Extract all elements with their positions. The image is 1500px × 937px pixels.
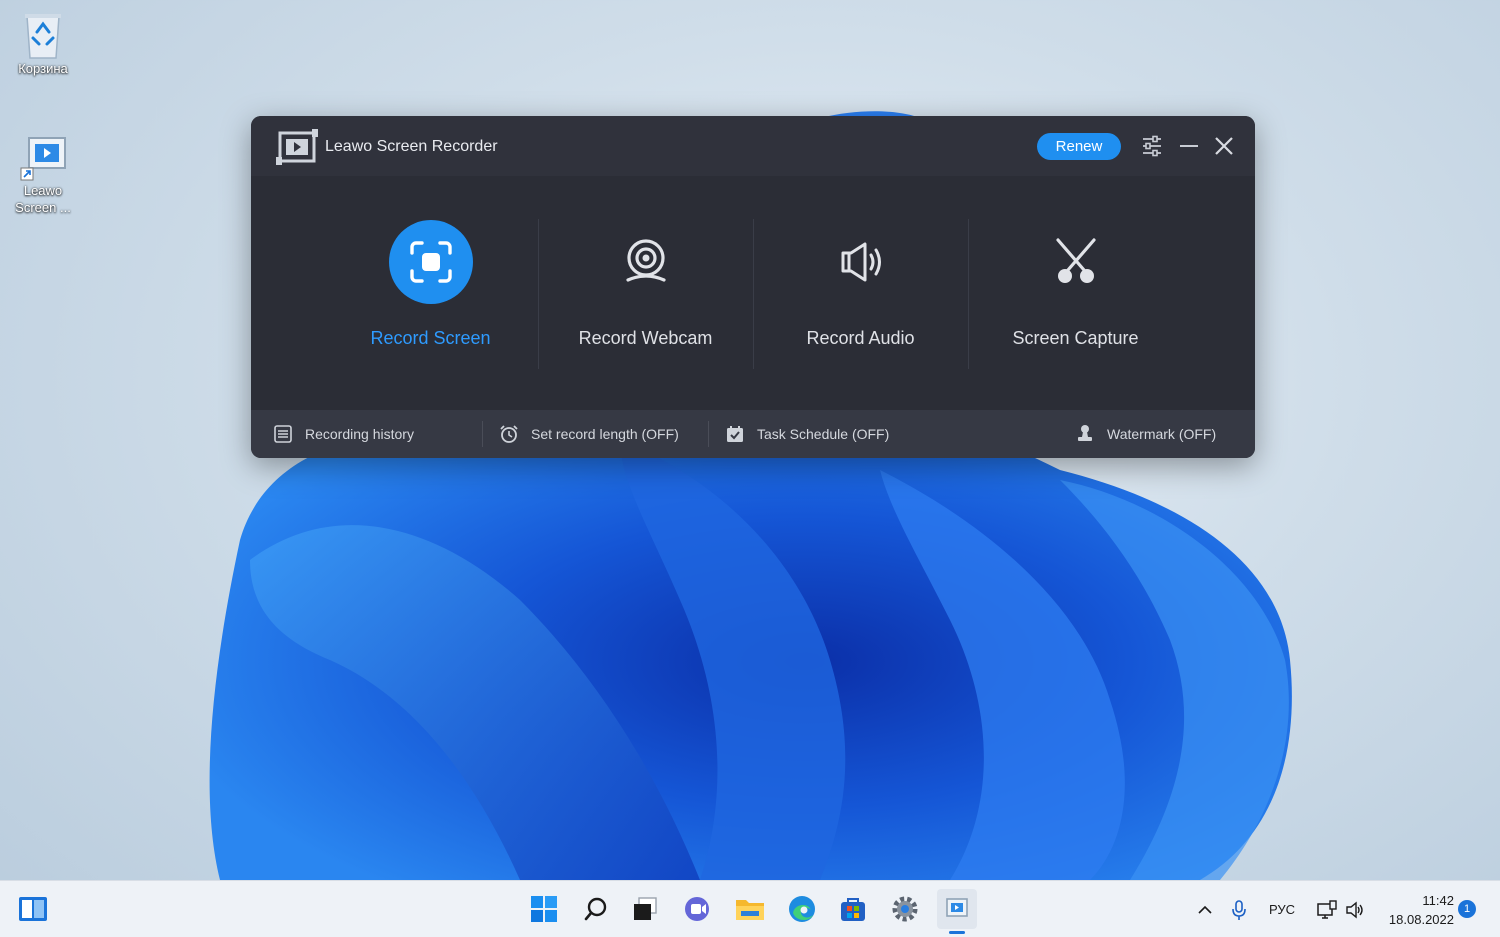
show-hidden-icons-button[interactable]: [1196, 881, 1214, 937]
desktop-icon-recycle-bin[interactable]: Корзина: [3, 10, 83, 77]
task-schedule-button[interactable]: Task Schedule (OFF): [725, 410, 889, 458]
list-icon: [274, 425, 292, 443]
microphone-icon: [1232, 899, 1246, 920]
recording-history-button[interactable]: Recording history: [273, 410, 414, 458]
webcam-icon: [604, 220, 688, 304]
close-icon[interactable]: [1212, 134, 1236, 158]
file-explorer-button[interactable]: [730, 889, 770, 929]
widgets-button[interactable]: [13, 889, 53, 929]
settings-button[interactable]: [885, 889, 925, 929]
gear-icon: [892, 896, 918, 922]
mode-label: Record Screen: [370, 328, 491, 348]
leawo-app-icon: [946, 898, 968, 917]
calendar-check-icon: [727, 426, 743, 442]
settings-sliders-icon[interactable]: [1140, 134, 1164, 158]
chat-icon: [685, 897, 709, 921]
mode-screen-capture[interactable]: Screen Capture: [968, 220, 1183, 370]
speaker-icon: [1346, 901, 1363, 918]
leawo-taskbar-button[interactable]: [937, 889, 977, 929]
mode-label: Record Audio: [806, 328, 915, 348]
task-view-icon: [634, 897, 657, 920]
chat-button[interactable]: [678, 889, 718, 929]
edge-icon: [789, 896, 815, 922]
desktop-icon-label: Leawo Screen ...: [15, 183, 71, 215]
mode-panel: Record Screen Record Webcam Record Audio…: [251, 176, 1255, 410]
record-length-label: Set record length (OFF): [531, 426, 679, 442]
notification-badge[interactable]: 1: [1458, 900, 1476, 918]
record-screen-icon: [388, 220, 473, 304]
renew-button[interactable]: Renew: [1037, 133, 1121, 160]
bottom-toolbar: Recording history Set record length (OFF…: [251, 410, 1255, 458]
desktop-icon-leawo[interactable]: Leawo Screen ...: [3, 132, 83, 216]
scissors-icon: [1034, 220, 1118, 304]
store-button[interactable]: [833, 889, 873, 929]
watermark-label: Watermark (OFF): [1107, 426, 1217, 442]
mode-label: Screen Capture: [1012, 328, 1139, 348]
taskbar: РУС 11:42 18.08.2022: [0, 880, 1500, 937]
alarm-clock-icon: [500, 425, 518, 443]
microphone-button[interactable]: [1230, 881, 1248, 937]
task-view-button[interactable]: [625, 889, 665, 929]
network-icon: [1317, 899, 1337, 919]
mode-label: Record Webcam: [578, 328, 713, 348]
task-schedule-label: Task Schedule (OFF): [757, 426, 890, 442]
leawo-window: Leawo Screen Recorder Renew Record Scree…: [251, 116, 1255, 458]
language-indicator[interactable]: РУС: [1269, 881, 1295, 937]
leawo-app-icon: [19, 132, 67, 181]
search-icon: [584, 897, 607, 921]
divider: [482, 421, 483, 447]
volume-button[interactable]: [1345, 881, 1365, 937]
store-icon: [841, 898, 865, 921]
mode-record-audio[interactable]: Record Audio: [753, 220, 968, 370]
search-button[interactable]: [576, 889, 616, 929]
mode-record-screen[interactable]: Record Screen: [323, 220, 538, 370]
network-button[interactable]: [1316, 881, 1338, 937]
clock[interactable]: 11:42 18.08.2022: [1378, 891, 1454, 929]
minimize-icon[interactable]: [1177, 134, 1201, 158]
start-button[interactable]: [524, 889, 564, 929]
mode-record-webcam[interactable]: Record Webcam: [538, 220, 753, 370]
title-bar[interactable]: Leawo Screen Recorder Renew: [251, 116, 1255, 176]
record-length-button[interactable]: Set record length (OFF): [499, 410, 679, 458]
divider: [708, 421, 709, 447]
speaker-icon: [819, 220, 903, 304]
widgets-icon: [19, 897, 47, 921]
window-title: Leawo Screen Recorder: [325, 138, 498, 155]
clock-date: 18.08.2022: [1388, 912, 1454, 927]
app-logo-icon: [276, 129, 318, 165]
watermark-button[interactable]: Watermark (OFF): [1075, 410, 1216, 458]
folder-icon: [736, 900, 764, 920]
windows-logo-icon: [531, 896, 557, 922]
chevron-up-icon: [1198, 905, 1212, 914]
edge-button[interactable]: [782, 889, 822, 929]
desktop-icon-label: Корзина: [18, 61, 68, 76]
recycle-bin-icon: [19, 10, 67, 59]
clock-time: 11:42: [1422, 893, 1454, 908]
recording-history-label: Recording history: [305, 426, 414, 442]
watermark-stamp-icon: [1078, 425, 1092, 441]
active-app-indicator: [949, 931, 965, 934]
